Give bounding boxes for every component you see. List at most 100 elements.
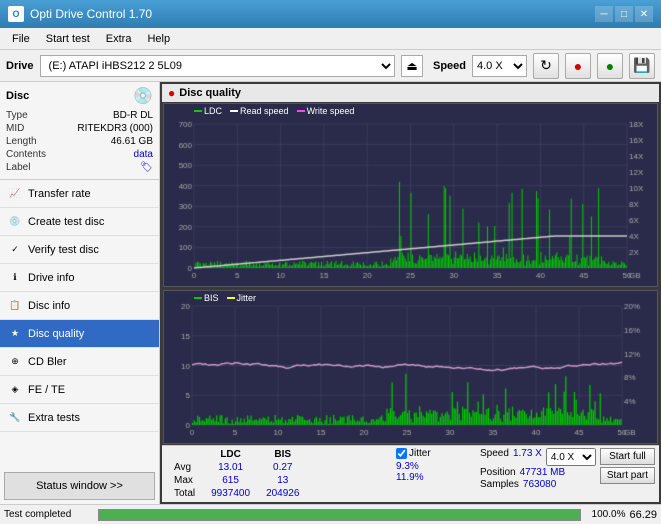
jitter-section-label: Jitter bbox=[409, 448, 431, 459]
progress-container bbox=[98, 509, 581, 521]
position-row: Position 47731 MB bbox=[480, 467, 596, 478]
sidebar-item-fe-te[interactable]: ◈ FE / TE bbox=[0, 376, 159, 404]
disc-red-button[interactable]: ● bbox=[565, 53, 591, 79]
position-value: 47731 MB bbox=[520, 467, 566, 478]
samples-row: Samples 763080 bbox=[480, 479, 596, 490]
stats-bis-header: BIS bbox=[258, 448, 307, 461]
jitter-label: Jitter bbox=[237, 293, 257, 303]
bottom-chart-canvas bbox=[164, 291, 657, 443]
label-icon: 🏷 bbox=[140, 162, 153, 173]
jitter-dot bbox=[227, 297, 235, 299]
verify-test-disc-icon: ✓ bbox=[8, 243, 22, 257]
sidebar-item-extra-tests[interactable]: 🔧 Extra tests bbox=[0, 404, 159, 432]
fe-te-icon: ◈ bbox=[8, 383, 22, 397]
nav-verify-test-disc-label: Verify test disc bbox=[28, 244, 99, 256]
length-value: 46.61 GB bbox=[111, 136, 153, 147]
chart-title: Disc quality bbox=[179, 87, 241, 99]
start-full-button[interactable]: Start full bbox=[600, 448, 655, 465]
stats-max-ldc: 615 bbox=[203, 474, 258, 487]
title-bar-left: O Opti Drive Control 1.70 bbox=[8, 6, 152, 22]
drive-info-icon: ℹ bbox=[8, 271, 22, 285]
drive-label: Drive bbox=[6, 60, 34, 72]
length-label: Length bbox=[6, 136, 37, 147]
jitter-section: Jitter 9.3% 11.9% bbox=[396, 448, 476, 483]
top-chart-legend: LDC Read speed Write speed bbox=[194, 106, 354, 116]
sidebar-item-disc-info[interactable]: 📋 Disc info bbox=[0, 292, 159, 320]
maximize-button[interactable]: □ bbox=[615, 6, 633, 22]
stats-total-ldc: 9937400 bbox=[203, 487, 258, 500]
sidebar-item-verify-test-disc[interactable]: ✓ Verify test disc bbox=[0, 236, 159, 264]
speed-label: Speed bbox=[433, 60, 466, 72]
menu-help[interactable]: Help bbox=[139, 31, 178, 47]
sidebar-item-disc-quality[interactable]: ★ Disc quality bbox=[0, 320, 159, 348]
read-speed-label: Read speed bbox=[240, 106, 289, 116]
start-part-button[interactable]: Start part bbox=[600, 467, 655, 484]
minimize-button[interactable]: ─ bbox=[595, 6, 613, 22]
status-bar: Test completed 100.0% 66.29 bbox=[0, 504, 661, 524]
nav-cd-bler-label: CD Bler bbox=[28, 356, 67, 368]
speed-select[interactable]: 4.0 X bbox=[472, 55, 527, 77]
drive-select[interactable]: (E:) ATAPI iHBS212 2 5L09 bbox=[40, 55, 395, 77]
disc-icon: 💿 bbox=[133, 86, 153, 106]
disc-section: Disc 💿 Type BD-R DL MID RITEKDR3 (000) L… bbox=[0, 82, 159, 180]
contents-label: Contents bbox=[6, 149, 46, 160]
app-icon: O bbox=[8, 6, 24, 22]
bottom-chart: BIS Jitter bbox=[163, 290, 658, 444]
samples-value: 763080 bbox=[523, 479, 556, 490]
stats-total-bis: 204926 bbox=[258, 487, 307, 500]
jitter-checkbox[interactable] bbox=[396, 448, 407, 459]
extra-tests-icon: 🔧 bbox=[8, 411, 22, 425]
progress-bar bbox=[99, 510, 580, 520]
contents-value: data bbox=[134, 149, 153, 160]
speed-row: Speed 1.73 X 4.0 X bbox=[480, 448, 596, 466]
speed-stat-label: Speed bbox=[480, 448, 509, 466]
nav-disc-info-label: Disc info bbox=[28, 300, 70, 312]
stats-avg-row: Avg 13.01 0.27 bbox=[166, 461, 307, 474]
chart-header-icon: ● bbox=[168, 86, 175, 100]
transfer-rate-icon: 📈 bbox=[8, 187, 22, 201]
mid-value: RITEKDR3 (000) bbox=[77, 123, 153, 134]
disc-green-button[interactable]: ● bbox=[597, 53, 623, 79]
label-label: Label bbox=[6, 162, 30, 173]
eject-button[interactable]: ⏏ bbox=[401, 55, 423, 77]
create-test-disc-icon: 💿 bbox=[8, 215, 22, 229]
stats-ldc-header: LDC bbox=[203, 448, 258, 461]
nav-create-test-disc-label: Create test disc bbox=[28, 216, 104, 228]
progress-percent: 100.0% bbox=[585, 509, 625, 520]
top-chart-canvas bbox=[164, 104, 657, 286]
jitter-legend: Jitter bbox=[227, 293, 257, 303]
left-panel: Disc 💿 Type BD-R DL MID RITEKDR3 (000) L… bbox=[0, 82, 160, 504]
window-controls: ─ □ ✕ bbox=[595, 6, 653, 22]
cd-bler-icon: ⊕ bbox=[8, 355, 22, 369]
stats-avg-ldc: 13.01 bbox=[203, 461, 258, 474]
save-button[interactable]: 💾 bbox=[629, 53, 655, 79]
samples-label: Samples bbox=[480, 479, 519, 490]
refresh-button[interactable]: ↻ bbox=[533, 53, 559, 79]
main-layout: Disc 💿 Type BD-R DL MID RITEKDR3 (000) L… bbox=[0, 82, 661, 504]
menu-extra[interactable]: Extra bbox=[98, 31, 140, 47]
jitter-avg-val: 9.3% bbox=[396, 461, 476, 472]
nav-extra-tests-label: Extra tests bbox=[28, 412, 80, 424]
read-speed-legend: Read speed bbox=[230, 106, 289, 116]
sidebar-item-create-test-disc[interactable]: 💿 Create test disc bbox=[0, 208, 159, 236]
write-speed-legend: Write speed bbox=[297, 106, 355, 116]
sidebar-item-cd-bler[interactable]: ⊕ CD Bler bbox=[0, 348, 159, 376]
status-window-button[interactable]: Status window >> bbox=[4, 472, 155, 500]
sidebar-item-transfer-rate[interactable]: 📈 Transfer rate bbox=[0, 180, 159, 208]
chart-header: ● Disc quality bbox=[162, 84, 659, 102]
disc-info-icon: 📋 bbox=[8, 299, 22, 313]
nav-transfer-rate-label: Transfer rate bbox=[28, 188, 91, 200]
ldc-label: LDC bbox=[204, 106, 222, 116]
sidebar-item-drive-info[interactable]: ℹ Drive info bbox=[0, 264, 159, 292]
bis-label: BIS bbox=[204, 293, 219, 303]
charts-area: LDC Read speed Write speed bbox=[162, 102, 659, 445]
menu-file[interactable]: File bbox=[4, 31, 38, 47]
ldc-dot bbox=[194, 110, 202, 112]
speed-stat-select[interactable]: 4.0 X bbox=[546, 448, 596, 466]
close-button[interactable]: ✕ bbox=[635, 6, 653, 22]
menu-start-test[interactable]: Start test bbox=[38, 31, 98, 47]
stats-avg-bis: 0.27 bbox=[258, 461, 307, 474]
nav-items: 📈 Transfer rate 💿 Create test disc ✓ Ver… bbox=[0, 180, 159, 468]
bis-legend: BIS bbox=[194, 293, 219, 303]
title-bar: O Opti Drive Control 1.70 ─ □ ✕ bbox=[0, 0, 661, 28]
